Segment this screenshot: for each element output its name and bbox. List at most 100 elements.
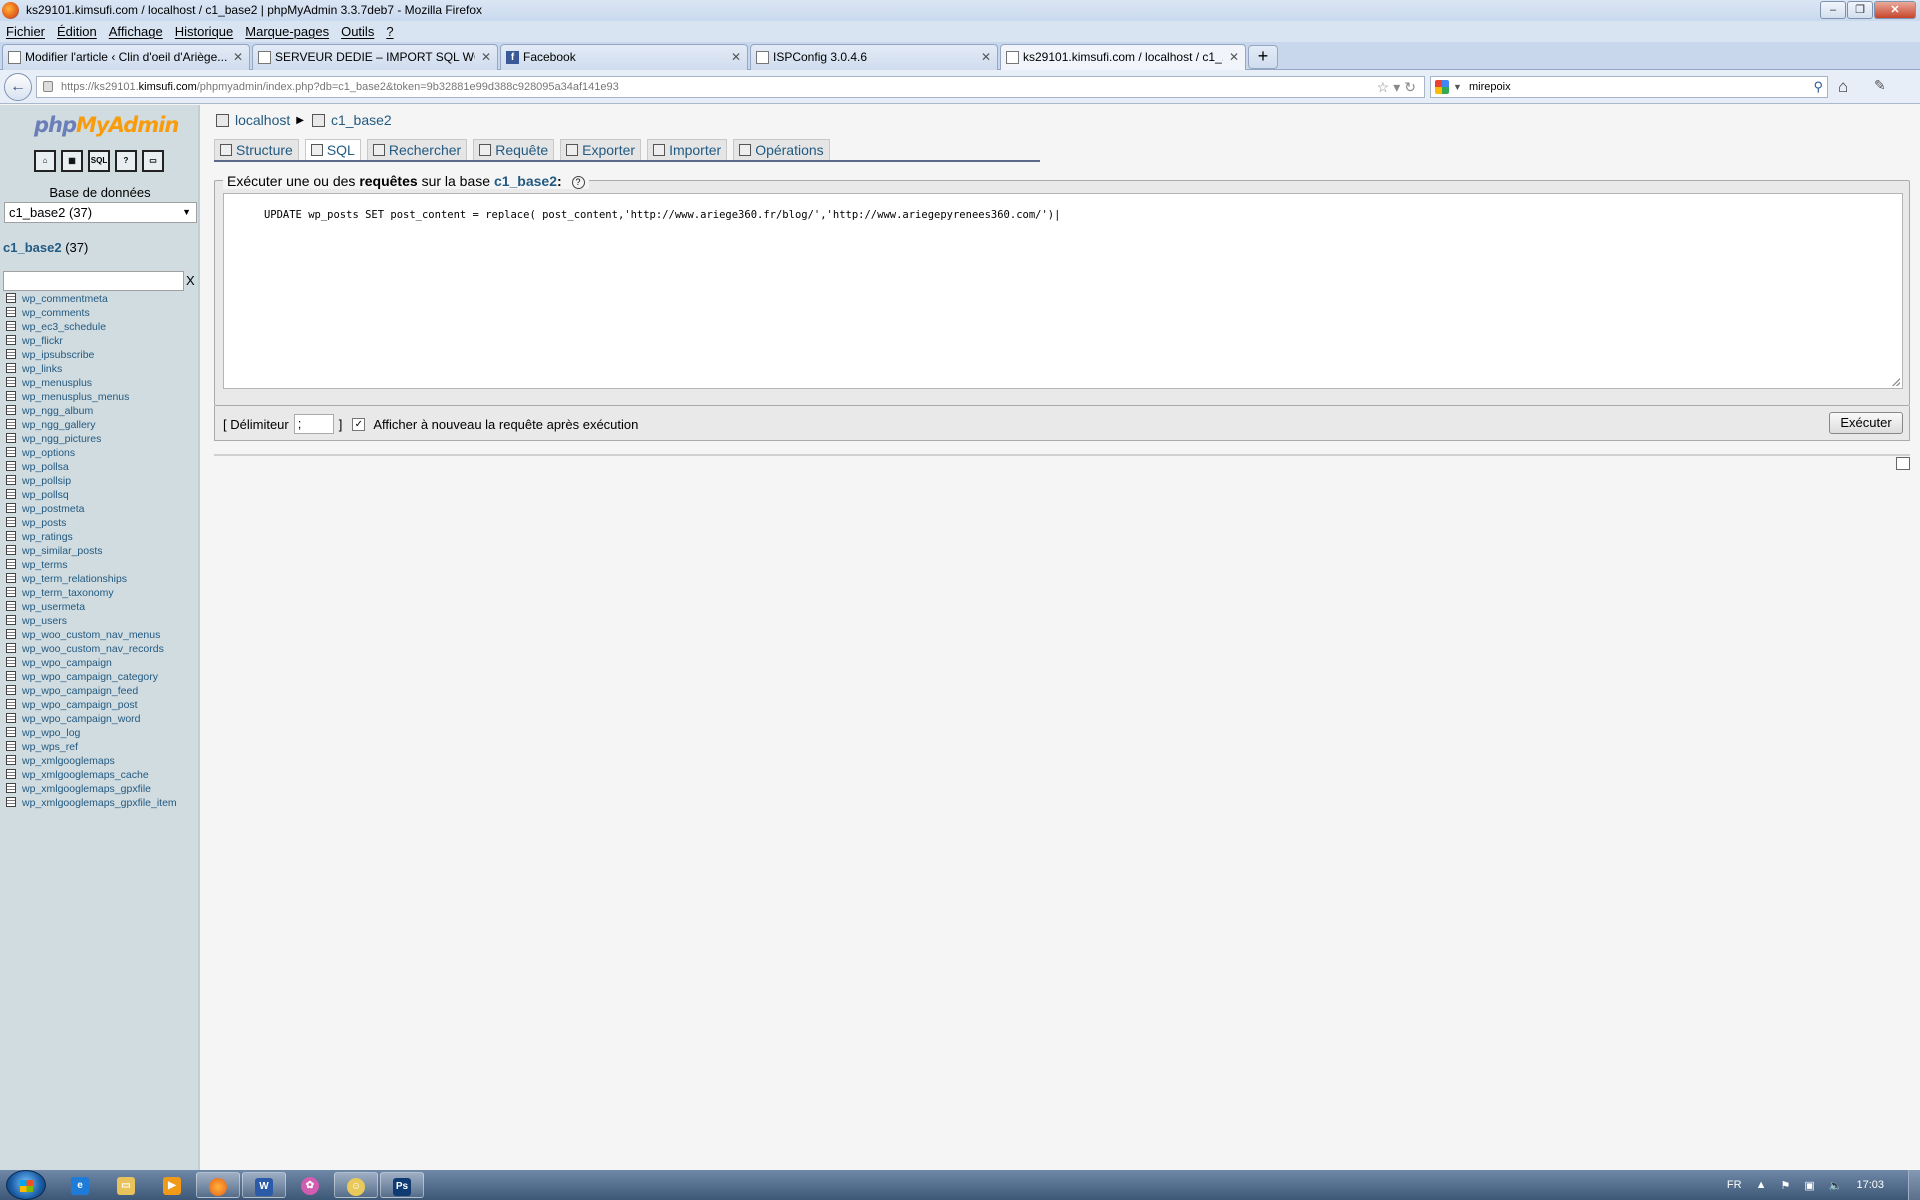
table-name[interactable]: wp_options (22, 447, 75, 459)
table-name[interactable]: wp_wpo_campaign_post (22, 699, 138, 711)
table-name[interactable]: wp_flickr (22, 335, 63, 347)
table-name[interactable]: wp_menusplus_menus (22, 391, 129, 403)
table-name[interactable]: wp_wpo_log (22, 727, 80, 739)
table-name[interactable]: wp_pollsa (22, 461, 69, 473)
tab-sql[interactable]: SQL (304, 139, 361, 160)
browser-tab-2[interactable]: SERVEUR DEDIE – IMPORT SQL WOR... ✕ (252, 44, 498, 70)
table-list-item[interactable]: wp_woo_custom_nav_records (6, 642, 177, 656)
menu-aide[interactable]: ? (386, 24, 393, 39)
table-list-item[interactable]: wp_ipsubscribe (6, 348, 177, 362)
table-list-item[interactable]: wp_ec3_schedule (6, 320, 177, 334)
addon-icon[interactable]: ✎ (1874, 77, 1886, 94)
table-icon[interactable] (6, 475, 16, 485)
database-icon[interactable]: ▦ (61, 150, 83, 172)
docs-icon[interactable]: ? (115, 150, 137, 172)
help-icon[interactable]: ? (571, 176, 585, 189)
table-list-item[interactable]: wp_wps_ref (6, 740, 177, 754)
sql-icon[interactable]: SQL (88, 150, 110, 172)
table-list-item[interactable]: wp_wpo_campaign_post (6, 698, 177, 712)
table-list-item[interactable]: wp_links (6, 362, 177, 376)
media-player-icon[interactable]: ▶ (150, 1172, 194, 1198)
back-button[interactable]: ← (4, 73, 32, 101)
table-name[interactable]: wp_term_taxonomy (22, 587, 114, 599)
table-icon[interactable] (6, 727, 16, 737)
close-window-button[interactable]: ✕ (1874, 1, 1916, 19)
menu-historique[interactable]: Historique (175, 24, 234, 39)
table-icon[interactable] (6, 503, 16, 513)
show-desktop-button[interactable] (1908, 1170, 1920, 1200)
table-name[interactable]: wp_xmlgooglemaps_gpxfile_item (22, 797, 177, 809)
table-name[interactable]: wp_pollsip (22, 475, 71, 487)
table-list-item[interactable]: wp_xmlgooglemaps_gpxfile (6, 782, 177, 796)
query-window-icon[interactable]: ▭ (142, 150, 164, 172)
table-name[interactable]: wp_postmeta (22, 503, 84, 515)
phpmyadmin-logo[interactable]: phpMyAdmin (34, 113, 179, 137)
table-icon[interactable] (6, 391, 16, 401)
table-list-item[interactable]: wp_commentmeta (6, 292, 177, 306)
search-engine-dropdown-icon[interactable]: ▼ (1453, 77, 1462, 97)
table-list-item[interactable]: wp_similar_posts (6, 544, 177, 558)
table-list-item[interactable]: wp_wpo_campaign (6, 656, 177, 670)
table-name[interactable]: wp_xmlgooglemaps_cache (22, 769, 149, 781)
table-icon[interactable] (6, 531, 16, 541)
table-icon[interactable] (6, 433, 16, 443)
table-list-item[interactable]: wp_xmlgooglemaps_cache (6, 768, 177, 782)
table-list-item[interactable]: wp_xmlgooglemaps (6, 754, 177, 768)
home-icon[interactable]: ⌂ (1838, 77, 1848, 97)
table-icon[interactable] (6, 489, 16, 499)
table-name[interactable]: wp_xmlgooglemaps (22, 755, 115, 767)
language-indicator[interactable]: FR (1727, 1179, 1742, 1191)
clock[interactable]: 17:03 (1856, 1179, 1884, 1191)
breadcrumb-database[interactable]: c1_base2 (331, 112, 392, 128)
paint-icon[interactable]: ✿ (288, 1172, 332, 1198)
search-icon[interactable]: ⚲ (1813, 77, 1823, 97)
table-list-item[interactable]: wp_wpo_campaign_category (6, 670, 177, 684)
sql-query-textarea[interactable]: UPDATE wp_posts SET post_content = repla… (223, 193, 1903, 389)
table-icon[interactable] (6, 797, 16, 807)
table-name[interactable]: wp_ipsubscribe (22, 349, 94, 361)
ie-icon[interactable]: e (58, 1172, 102, 1198)
tray-expand-icon[interactable]: ▲ (1756, 1179, 1767, 1191)
photoshop-icon[interactable]: Ps (380, 1172, 424, 1198)
table-icon[interactable] (6, 461, 16, 471)
table-icon[interactable] (6, 405, 16, 415)
tab-operations[interactable]: Opérations (733, 139, 830, 160)
table-list-item[interactable]: wp_postmeta (6, 502, 177, 516)
table-list-item[interactable]: wp_term_relationships (6, 572, 177, 586)
bookmark-star-icon[interactable]: ☆ (1377, 79, 1394, 95)
breadcrumb-server[interactable]: localhost (235, 112, 290, 128)
table-name[interactable]: wp_wpo_campaign_word (22, 713, 141, 725)
table-name[interactable]: wp_wpo_campaign_feed (22, 685, 138, 697)
table-name[interactable]: wp_terms (22, 559, 68, 571)
table-name[interactable]: wp_usermeta (22, 601, 85, 613)
table-name[interactable]: wp_pollsq (22, 489, 69, 501)
table-list-item[interactable]: wp_ratings (6, 530, 177, 544)
table-icon[interactable] (6, 559, 16, 569)
table-name[interactable]: wp_ec3_schedule (22, 321, 106, 333)
table-name[interactable]: wp_wpo_campaign_category (22, 671, 158, 683)
execute-button[interactable]: Exécuter (1829, 412, 1903, 434)
table-list-item[interactable]: wp_menusplus_menus (6, 390, 177, 404)
table-list-item[interactable]: wp_posts (6, 516, 177, 530)
table-icon[interactable] (6, 643, 16, 653)
table-icon[interactable] (6, 629, 16, 639)
table-name[interactable]: wp_woo_custom_nav_menus (22, 629, 160, 641)
minimize-button[interactable]: – (1820, 1, 1846, 19)
explorer-icon[interactable]: ▭ (104, 1172, 148, 1198)
network-icon[interactable]: ▣ (1804, 1179, 1814, 1192)
menu-marque-pages[interactable]: Marque-pages (245, 24, 329, 39)
maximize-button[interactable]: ❐ (1847, 1, 1873, 19)
query-window-icon[interactable] (1896, 457, 1910, 470)
browser-tab-3[interactable]: f Facebook ✕ (500, 44, 748, 70)
table-icon[interactable] (6, 587, 16, 597)
table-list-item[interactable]: wp_pollsa (6, 460, 177, 474)
tab-exporter[interactable]: Exporter (560, 139, 642, 160)
table-name[interactable]: wp_xmlgooglemaps_gpxfile (22, 783, 151, 795)
word-icon[interactable]: W (242, 1172, 286, 1198)
tab-close-icon[interactable]: ✕ (233, 45, 243, 69)
reload-icon[interactable]: ↻ (1404, 79, 1420, 95)
table-list-item[interactable]: wp_ngg_album (6, 404, 177, 418)
table-list-item[interactable]: wp_flickr (6, 334, 177, 348)
table-icon[interactable] (6, 741, 16, 751)
tab-requete[interactable]: Requête (473, 139, 555, 160)
